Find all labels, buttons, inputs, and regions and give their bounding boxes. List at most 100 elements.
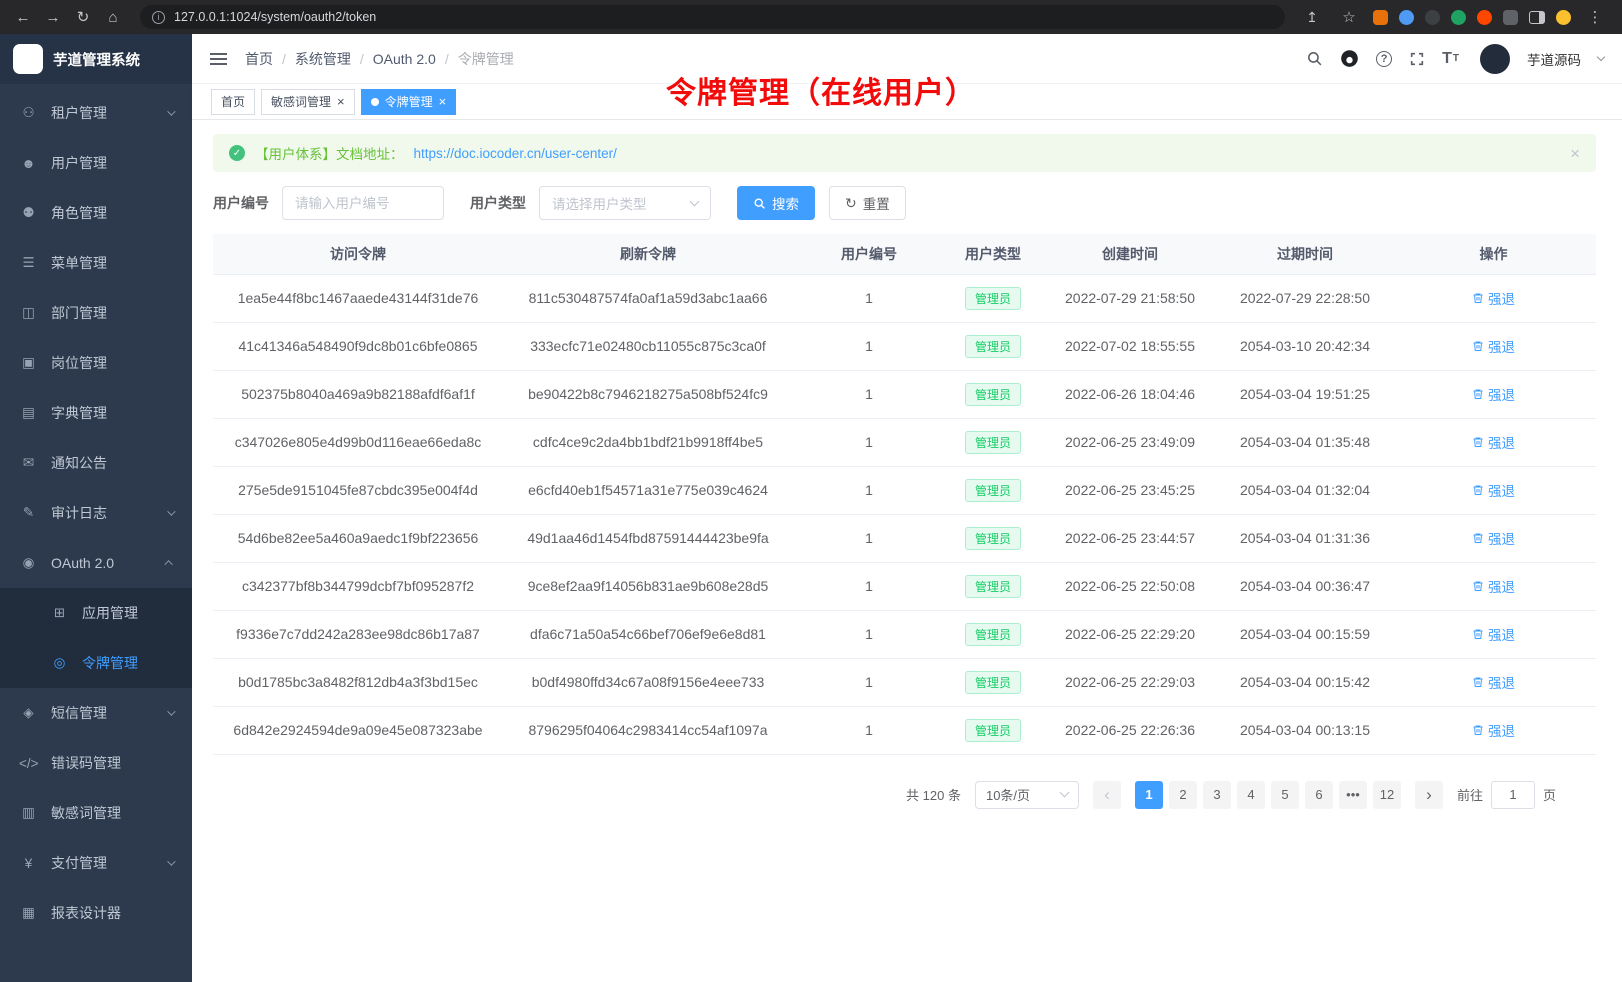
tab-active-dot: [371, 98, 379, 106]
page-size-value: 10条/页: [986, 785, 1030, 804]
extensions-puzzle-icon[interactable]: [1503, 10, 1518, 25]
alert-close-icon[interactable]: [1570, 145, 1580, 162]
app-logo-row[interactable]: 芋道管理系统: [0, 34, 192, 84]
force-logout-button[interactable]: 强退: [1472, 432, 1515, 452]
sidebar-item[interactable]: ⊞ 应用管理: [0, 588, 192, 638]
breadcrumb-item[interactable]: OAuth 2.0: [373, 51, 458, 67]
force-logout-button[interactable]: 强退: [1472, 528, 1515, 548]
help-icon[interactable]: [1376, 51, 1392, 67]
bookmark-star-icon[interactable]: [1336, 4, 1362, 30]
back-icon[interactable]: [10, 4, 36, 30]
action-cell: 强退: [1391, 562, 1596, 610]
search-button[interactable]: 搜索: [737, 186, 815, 220]
force-logout-label: 强退: [1488, 672, 1515, 692]
force-logout-button[interactable]: 强退: [1472, 384, 1515, 404]
sidebar-item[interactable]: ▣ 岗位管理: [0, 338, 192, 388]
github-icon[interactable]: [1340, 49, 1359, 68]
notice-icon: ✉: [19, 455, 38, 471]
fullscreen-icon[interactable]: [1409, 51, 1425, 67]
sidebar-item-label: 敏感词管理: [51, 803, 121, 823]
sidebar-item-label: 支付管理: [51, 853, 107, 873]
site-info-icon[interactable]: [152, 11, 165, 24]
font-size-icon[interactable]: [1442, 50, 1459, 68]
create-time-cell: 2022-07-29 21:58:50: [1041, 274, 1219, 322]
page-button[interactable]: 4: [1237, 781, 1265, 809]
extension-icon-dark[interactable]: [1425, 10, 1440, 25]
tab-close-icon[interactable]: [439, 95, 447, 108]
page-size-select[interactable]: 10条/页: [975, 781, 1079, 809]
user-id-input[interactable]: [282, 186, 444, 220]
force-logout-button[interactable]: 强退: [1472, 288, 1515, 308]
sidebar-item[interactable]: ◈ 短信管理: [0, 688, 192, 738]
user-type-tag: 管理员: [965, 287, 1021, 310]
force-logout-button[interactable]: 强退: [1472, 720, 1515, 740]
force-logout-button[interactable]: 强退: [1472, 336, 1515, 356]
user-type-select[interactable]: 请选择用户类型: [539, 186, 711, 220]
user-dropdown-caret-icon[interactable]: [1597, 53, 1605, 61]
breadcrumb-item[interactable]: 令牌管理: [458, 49, 532, 69]
sidebar-item[interactable]: ◎ 令牌管理: [0, 638, 192, 688]
user-avatar[interactable]: [1480, 44, 1510, 74]
sidebar-item[interactable]: ◫ 部门管理: [0, 288, 192, 338]
extension-icon-orange[interactable]: [1477, 10, 1492, 25]
page-button[interactable]: 6: [1305, 781, 1333, 809]
page-button[interactable]: 2: [1169, 781, 1197, 809]
force-logout-button[interactable]: 强退: [1472, 672, 1515, 692]
force-logout-button[interactable]: 强退: [1472, 624, 1515, 644]
sidebar-item[interactable]: </> 错误码管理: [0, 738, 192, 788]
sidebar-item[interactable]: ▤ 字典管理: [0, 388, 192, 438]
force-logout-button[interactable]: 强退: [1472, 480, 1515, 500]
page-button[interactable]: 3: [1203, 781, 1231, 809]
extension-icon-badged[interactable]: [1373, 10, 1388, 25]
browser-menu-icon[interactable]: [1582, 4, 1608, 30]
sidebar-item[interactable]: ▥ 敏感词管理: [0, 788, 192, 838]
goto-page-input[interactable]: [1491, 781, 1535, 809]
sidebar-item[interactable]: ✉ 通知公告: [0, 438, 192, 488]
user-name[interactable]: 芋道源码: [1527, 49, 1581, 69]
page-button[interactable]: 1: [1135, 781, 1163, 809]
tab[interactable]: 首页: [211, 89, 255, 115]
sidebar-toggle-icon[interactable]: [210, 58, 227, 60]
tab-close-icon[interactable]: [337, 95, 345, 108]
prev-page-button[interactable]: [1093, 781, 1121, 809]
reload-icon[interactable]: [70, 4, 96, 30]
sidebar-item[interactable]: ¥ 支付管理: [0, 838, 192, 888]
tab[interactable]: 令牌管理: [361, 89, 457, 115]
create-time-cell: 2022-06-25 22:50:08: [1041, 562, 1219, 610]
sensitive-word-icon: ▥: [19, 805, 38, 821]
alert-doc-link[interactable]: https://doc.iocoder.cn/user-center/: [414, 146, 617, 161]
sidebar-item[interactable]: ☻ 用户管理: [0, 138, 192, 188]
sidebar-item[interactable]: ▦ 报表设计器: [0, 888, 192, 938]
sidebar-item[interactable]: ◉ OAuth 2.0: [0, 538, 192, 588]
page-button[interactable]: •••: [1339, 781, 1367, 809]
breadcrumb-item[interactable]: 系统管理: [295, 49, 373, 69]
refresh-token-cell: 49d1aa46d1454fbd87591444423be9fa: [503, 514, 793, 562]
profile-avatar-icon[interactable]: [1556, 10, 1571, 25]
next-page-button[interactable]: [1415, 781, 1443, 809]
action-cell: 强退: [1391, 706, 1596, 754]
side-panel-icon[interactable]: [1529, 11, 1545, 24]
breadcrumb-item[interactable]: 首页: [245, 49, 295, 69]
sidebar-item[interactable]: ⚉ 角色管理: [0, 188, 192, 238]
force-logout-label: 强退: [1488, 432, 1515, 452]
reset-button[interactable]: 重置: [829, 186, 906, 220]
share-icon[interactable]: [1299, 4, 1325, 30]
sidebar-item[interactable]: ☰ 菜单管理: [0, 238, 192, 288]
page-button[interactable]: 5: [1271, 781, 1299, 809]
home-icon[interactable]: [100, 4, 126, 30]
address-bar[interactable]: 127.0.0.1:1024/system/oauth2/token: [140, 5, 1285, 29]
extension-icon-green[interactable]: [1451, 10, 1466, 25]
sidebar-item[interactable]: ⚇ 租户管理: [0, 88, 192, 138]
page-button[interactable]: 12: [1373, 781, 1401, 809]
search-icon[interactable]: [1306, 50, 1323, 67]
sidebar-menu: ⚇ 租户管理 ☻ 用户管理 ⚉ 角色管理 ☰: [0, 84, 192, 982]
table-row: 1ea5e44f8bc1467aaede43144f31de76 811c530…: [213, 274, 1596, 322]
expire-time-cell: 2054-03-04 01:32:04: [1219, 466, 1391, 514]
extension-icon-blue[interactable]: [1399, 10, 1414, 25]
tab[interactable]: 敏感词管理: [261, 89, 355, 115]
reset-button-label: 重置: [863, 193, 890, 213]
sidebar-item[interactable]: ✎ 审计日志: [0, 488, 192, 538]
refresh-token-cell: 811c530487574fa0af1a59d3abc1aa66: [503, 274, 793, 322]
forward-icon[interactable]: [40, 4, 66, 30]
force-logout-button[interactable]: 强退: [1472, 576, 1515, 596]
